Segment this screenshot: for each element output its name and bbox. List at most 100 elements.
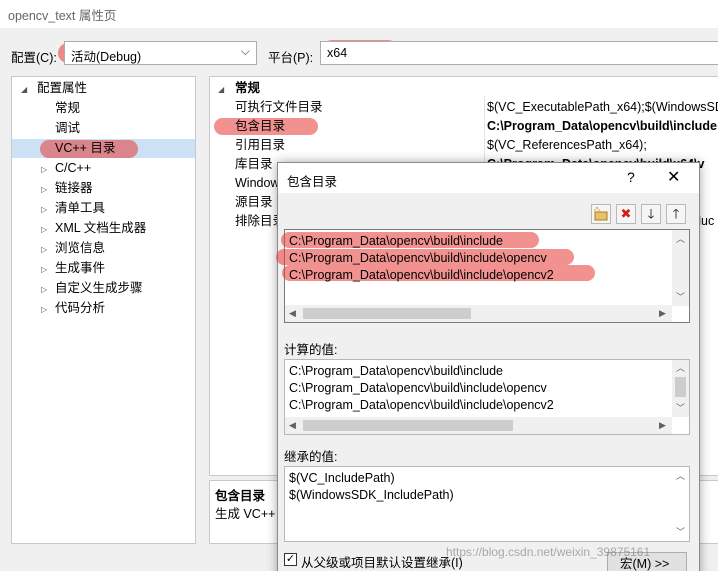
tree-item-vc-directories[interactable]: VC++ 目录 <box>12 139 195 158</box>
dialog-title: 包含目录 <box>287 175 338 189</box>
inherited-values-box: $(VC_IncludePath) $(WindowsSDK_IncludePa… <box>284 466 690 542</box>
grid-row-value: $(VC_ExecutablePath_x64);$(WindowsSDK <box>487 100 718 114</box>
inherited-label: 继承的值: <box>284 450 338 464</box>
include-dirs-list[interactable]: C:\Program_Data\opencv\build\include C:\… <box>276 229 690 323</box>
scrollbar-thumb[interactable] <box>303 420 513 431</box>
grid-row-name: 包含目录 <box>235 119 286 133</box>
evaluated-values-box: C:\Program_Data\opencv\build\include C:\… <box>284 359 690 435</box>
tree-item-label: 常规 <box>55 101 81 115</box>
tree-item-xml-doc[interactable]: ▷ XML 文档生成器 <box>12 219 195 238</box>
grid-row-name: 源目录 <box>235 195 273 209</box>
collapsed-triangle-icon: ▷ <box>41 225 48 234</box>
tree-item-label: 代码分析 <box>55 301 106 315</box>
expanded-triangle-icon: ◢ <box>21 85 28 94</box>
tree-root-label: 配置属性 <box>37 81 88 95</box>
arrow-up-icon: 🡑 <box>672 206 680 221</box>
tree-item-label: 链接器 <box>55 181 93 195</box>
tree-item-manifest-tool[interactable]: ▷ 清单工具 <box>12 199 195 218</box>
collapsed-triangle-icon: ▷ <box>41 205 48 214</box>
tree-item-label: 浏览信息 <box>55 241 106 255</box>
collapsed-triangle-icon: ▷ <box>41 185 48 194</box>
grid-row-value: C:\Program_Data\opencv\build\include <box>487 119 717 133</box>
grid-row-name: 库目录 <box>235 157 273 171</box>
grid-category-general[interactable]: ◢ 常规 <box>210 79 718 98</box>
platform-select[interactable]: x64 <box>320 41 718 65</box>
delete-line-button[interactable]: ✖ <box>616 204 636 224</box>
grid-row-name: 可执行文件目录 <box>235 100 323 114</box>
tree-item-linker[interactable]: ▷ 链接器 <box>12 179 195 198</box>
move-up-button[interactable]: 🡑 <box>666 204 686 224</box>
list-item[interactable]: C:\Program_Data\opencv\build\include <box>289 234 503 248</box>
platform-select-value: x64 <box>327 46 348 60</box>
expanded-triangle-icon: ◢ <box>218 85 225 94</box>
scroll-down-icon: ﹀ <box>676 527 686 537</box>
delete-x-icon: ✖ <box>620 206 632 221</box>
help-icon[interactable]: ? <box>627 169 635 185</box>
scroll-right-icon: ▶ <box>659 308 666 318</box>
collapsed-triangle-icon: ▷ <box>41 285 48 294</box>
inherited-vertical-scrollbar[interactable]: ︿ ﹀ <box>672 467 689 541</box>
scroll-down-icon: ﹀ <box>676 403 686 413</box>
list-item: C:\Program_Data\opencv\build\include\ope… <box>289 398 554 412</box>
inherit-checkbox[interactable]: ✓ <box>284 553 297 566</box>
dialog-title-bar: 包含目录 ? ✕ <box>278 163 699 193</box>
tree-item-label: 调试 <box>55 121 81 135</box>
config-row: 配置(C): 活动(Debug) ⌵ 平台(P): x64 <box>0 28 718 76</box>
scroll-left-icon: ◀ <box>289 308 296 318</box>
list-item[interactable]: C:\Program_Data\opencv\build\include\ope… <box>289 268 554 282</box>
arrow-down-icon: 🡓 <box>647 206 655 221</box>
scroll-left-icon: ◀ <box>289 420 296 430</box>
platform-label: 平台(P): <box>268 51 314 65</box>
tree-item-debugging[interactable]: 调试 <box>12 119 195 138</box>
tree-item-c-cpp[interactable]: ▷ C/C++ <box>12 159 195 178</box>
scrollbar-thumb[interactable] <box>303 308 471 319</box>
grid-row-name: Window <box>235 176 280 190</box>
scrollbar-thumb[interactable] <box>675 377 686 397</box>
list-item: C:\Program_Data\opencv\build\include\ope… <box>289 381 547 395</box>
collapsed-triangle-icon: ▷ <box>41 245 48 254</box>
collapsed-triangle-icon: ▷ <box>41 305 48 314</box>
description-title: 包含目录 <box>215 489 266 503</box>
list-vertical-scrollbar[interactable]: ︿ ﹀ <box>672 230 689 306</box>
tree-item-label: VC++ 目录 <box>55 141 116 155</box>
tree-item-label: 生成事件 <box>55 261 106 275</box>
chevron-down-icon: ⌵ <box>240 44 250 58</box>
tree-item-label: 清单工具 <box>55 201 106 215</box>
scroll-up-icon: ︿ <box>676 471 686 481</box>
config-select[interactable]: 活动(Debug) ⌵ <box>64 41 257 65</box>
scroll-up-icon: ︿ <box>676 234 686 244</box>
new-folder-icon <box>594 207 608 221</box>
window-title: opencv_text 属性页 <box>8 9 117 23</box>
grid-row-name: 引用目录 <box>235 138 286 152</box>
grid-row-value: $(VC_ReferencesPath_x64); <box>487 138 647 152</box>
evaluated-label: 计算的值: <box>284 343 338 357</box>
evaluated-vertical-scrollbar[interactable]: ︿ ﹀ <box>672 360 689 417</box>
tree-item-browse-info[interactable]: ▷ 浏览信息 <box>12 239 195 258</box>
move-down-button[interactable]: 🡓 <box>641 204 661 224</box>
tree-item-label: 自定义生成步骤 <box>55 281 143 295</box>
new-line-button[interactable] <box>591 204 611 224</box>
tree-root-config-properties[interactable]: ◢ 配置属性 <box>12 79 195 98</box>
tree-item-general[interactable]: 常规 <box>12 99 195 118</box>
tree-item-code-analysis[interactable]: ▷ 代码分析 <box>12 299 195 318</box>
tree-item-label: C/C++ <box>55 161 92 175</box>
grid-row-executable-dirs[interactable]: 可执行文件目录 $(VC_ExecutablePath_x64);$(Windo… <box>210 98 718 117</box>
config-select-value: 活动(Debug) <box>71 50 142 64</box>
collapsed-triangle-icon: ▷ <box>41 165 48 174</box>
watermark: https://blog.csdn.net/weixin_39875161 <box>446 545 651 559</box>
list-horizontal-scrollbar[interactable]: ◀ ▶ <box>285 305 672 322</box>
grid-row-reference-dirs[interactable]: 引用目录 $(VC_ReferencesPath_x64); <box>210 136 718 155</box>
close-icon[interactable]: ✕ <box>667 167 680 187</box>
list-item: $(WindowsSDK_IncludePath) <box>289 488 454 502</box>
inherit-checkbox-label: 从父级或项目默认设置继承(I) <box>301 556 463 570</box>
list-item: $(VC_IncludePath) <box>289 471 395 485</box>
grid-row-include-dirs[interactable]: 包含目录 C:\Program_Data\opencv\build\includ… <box>210 117 718 136</box>
tree-item-build-events[interactable]: ▷ 生成事件 <box>12 259 195 278</box>
evaluated-horizontal-scrollbar[interactable]: ◀ ▶ <box>285 417 672 434</box>
window-title-bar: opencv_text 属性页 <box>0 0 718 28</box>
list-item[interactable]: C:\Program_Data\opencv\build\include\ope… <box>289 251 547 265</box>
grid-category-label: 常规 <box>235 81 261 95</box>
property-tree: ◢ 配置属性 常规 调试 VC++ 目录 ▷ C/C++ ▷ 链接器 ▷ 清单工… <box>11 76 196 544</box>
scroll-right-icon: ▶ <box>659 420 666 430</box>
tree-item-custom-build[interactable]: ▷ 自定义生成步骤 <box>12 279 195 298</box>
